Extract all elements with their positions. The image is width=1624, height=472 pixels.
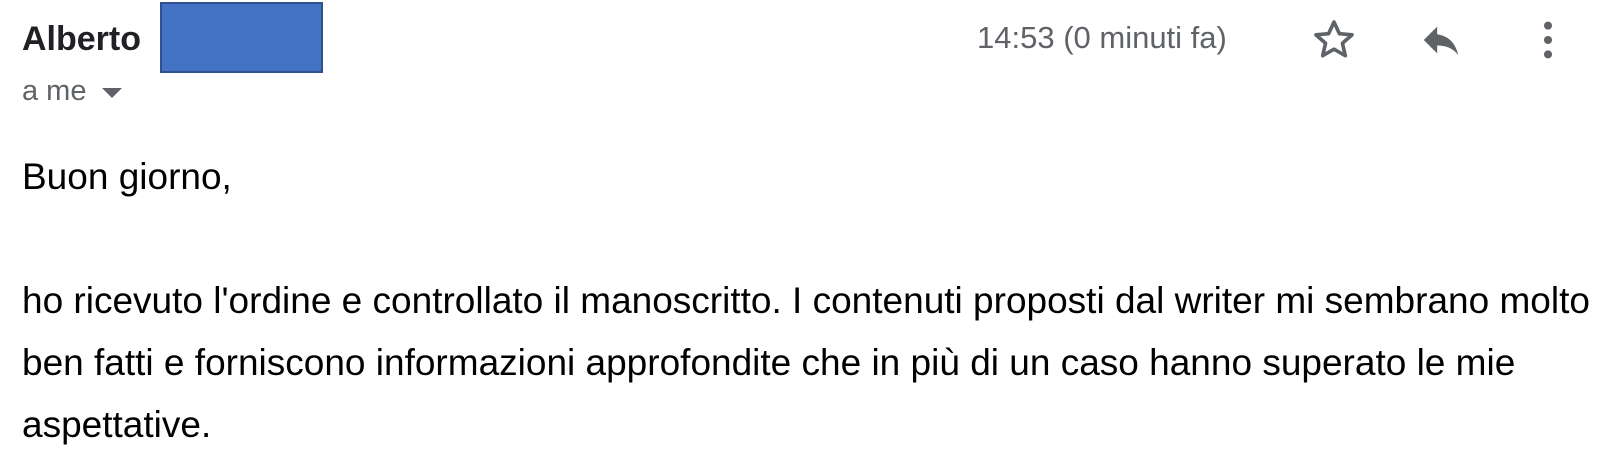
reply-icon: [1423, 26, 1459, 56]
star-outline-icon: [1314, 20, 1354, 58]
redacted-email-address: [160, 2, 323, 73]
star-button[interactable]: [1308, 14, 1360, 66]
email-paragraph: ho ricevuto l'ordine e controllato il ma…: [22, 280, 1590, 445]
email-timestamp: 14:53 (0 minuti fa): [977, 20, 1227, 55]
recipient-label: a me: [22, 75, 87, 107]
caret-down-icon[interactable]: [102, 88, 123, 98]
email-header: Alberto a me 14:53 (0 minuti fa): [0, 0, 1624, 120]
email-greeting: Buon giorno,: [22, 156, 232, 197]
recipient-details-toggle[interactable]: a me: [22, 74, 123, 108]
more-options-button[interactable]: [1522, 14, 1574, 66]
email-body: Buon giorno, ho ricevuto l'ordine e cont…: [22, 146, 1612, 456]
more-vertical-icon: [1543, 21, 1553, 59]
reply-button[interactable]: [1415, 14, 1467, 66]
sender-name[interactable]: Alberto: [22, 19, 141, 59]
